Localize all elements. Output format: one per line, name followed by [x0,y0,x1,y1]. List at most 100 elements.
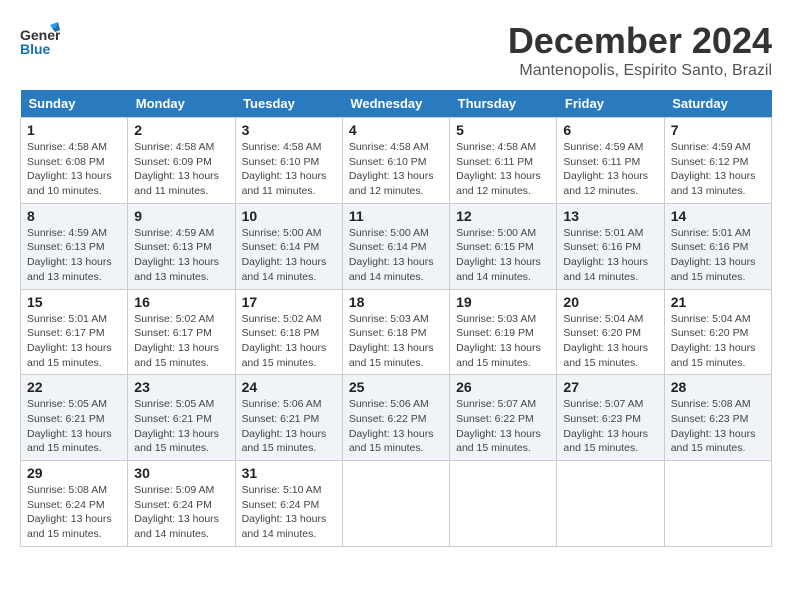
location-title: Mantenopolis, Espirito Santo, Brazil [508,62,772,80]
day-number: 31 [242,465,336,481]
day-info: Sunrise: 4:58 AMSunset: 6:11 PMDaylight:… [456,140,550,199]
day-number: 13 [563,208,657,224]
day-info: Sunrise: 5:07 AMSunset: 6:22 PMDaylight:… [456,397,550,456]
day-cell-22: 22 Sunrise: 5:05 AMSunset: 6:21 PMDayligh… [21,375,128,461]
day-info: Sunrise: 4:58 AMSunset: 6:08 PMDaylight:… [27,140,121,199]
day-cell-21: 21 Sunrise: 5:04 AMSunset: 6:20 PMDayligh… [664,289,771,375]
day-number: 14 [671,208,765,224]
day-info: Sunrise: 5:01 AMSunset: 6:17 PMDaylight:… [27,312,121,371]
day-number: 12 [456,208,550,224]
day-cell-11: 11Sunrise: 5:00 AMSunset: 6:14 PMDayligh… [342,203,449,289]
day-info: Sunrise: 5:02 AMSunset: 6:17 PMDaylight:… [134,312,228,371]
day-cell-8: 8Sunrise: 4:59 AMSunset: 6:13 PMDaylight… [21,203,128,289]
day-number: 9 [134,208,228,224]
day-cell-10: 10 Sunrise: 5:00 AMSunset: 6:14 PMDayligh… [235,203,342,289]
day-info: Sunrise: 4:59 AMSunset: 6:12 PMDaylight:… [671,140,765,199]
day-number: 23 [134,379,228,395]
page-header: General Blue December 2024 Mantenopolis,… [20,20,772,80]
header-tuesday: Tuesday [235,90,342,118]
day-number: 28 [671,379,765,395]
empty-cell [450,461,557,547]
day-number: 19 [456,294,550,310]
header-friday: Friday [557,90,664,118]
day-number: 25 [349,379,443,395]
day-info: Sunrise: 4:58 AMSunset: 6:10 PMDaylight:… [349,140,443,199]
weekday-header-row: Sunday Monday Tuesday Wednesday Thursday… [21,90,772,118]
day-cell-23: 23 Sunrise: 5:05 AMSunset: 6:21 PMDayligh… [128,375,235,461]
day-info: Sunrise: 5:10 AMSunset: 6:24 PMDaylight:… [242,483,336,542]
day-info: Sunrise: 5:01 AMSunset: 6:16 PMDaylight:… [563,226,657,285]
day-info: Sunrise: 4:59 AMSunset: 6:13 PMDaylight:… [27,226,121,285]
day-number: 11 [349,208,443,224]
logo-icon: General Blue [20,20,60,60]
empty-cell [664,461,771,547]
day-info: Sunrise: 5:04 AMSunset: 6:20 PMDaylight:… [563,312,657,371]
day-number: 24 [242,379,336,395]
svg-text:Blue: Blue [20,41,51,57]
day-cell-6: 6 Sunrise: 4:59 AMSunset: 6:11 PMDaylight… [557,118,664,204]
calendar-table: Sunday Monday Tuesday Wednesday Thursday… [20,90,772,547]
calendar-week-4: 22 Sunrise: 5:05 AMSunset: 6:21 PMDayligh… [21,375,772,461]
empty-cell [342,461,449,547]
day-cell-2: 2Sunrise: 4:58 AMSunset: 6:09 PMDaylight… [128,118,235,204]
day-cell-27: 27 Sunrise: 5:07 AMSunset: 6:23 PMDayligh… [557,375,664,461]
calendar-week-2: 8Sunrise: 4:59 AMSunset: 6:13 PMDaylight… [21,203,772,289]
day-number: 22 [27,379,121,395]
day-number: 16 [134,294,228,310]
day-cell-1: 1 Sunrise: 4:58 AMSunset: 6:08 PMDaylight… [21,118,128,204]
day-cell-29: 29 Sunrise: 5:08 AMSunset: 6:24 PMDayligh… [21,461,128,547]
day-info: Sunrise: 5:06 AMSunset: 6:21 PMDaylight:… [242,397,336,456]
day-cell-3: 3Sunrise: 4:58 AMSunset: 6:10 PMDaylight… [235,118,342,204]
day-number: 20 [563,294,657,310]
day-number: 27 [563,379,657,395]
day-info: Sunrise: 5:03 AMSunset: 6:18 PMDaylight:… [349,312,443,371]
day-info: Sunrise: 4:58 AMSunset: 6:10 PMDaylight:… [242,140,336,199]
day-cell-30: 30Sunrise: 5:09 AMSunset: 6:24 PMDayligh… [128,461,235,547]
day-cell-24: 24 Sunrise: 5:06 AMSunset: 6:21 PMDayligh… [235,375,342,461]
day-info: Sunrise: 5:01 AMSunset: 6:16 PMDaylight:… [671,226,765,285]
day-info: Sunrise: 5:06 AMSunset: 6:22 PMDaylight:… [349,397,443,456]
day-number: 15 [27,294,121,310]
day-info: Sunrise: 5:05 AMSunset: 6:21 PMDaylight:… [134,397,228,456]
day-number: 7 [671,122,765,138]
day-info: Sunrise: 5:00 AMSunset: 6:14 PMDaylight:… [242,226,336,285]
day-cell-28: 28 Sunrise: 5:08 AMSunset: 6:23 PMDayligh… [664,375,771,461]
day-info: Sunrise: 5:02 AMSunset: 6:18 PMDaylight:… [242,312,336,371]
day-info: Sunrise: 5:07 AMSunset: 6:23 PMDaylight:… [563,397,657,456]
header-wednesday: Wednesday [342,90,449,118]
day-info: Sunrise: 4:59 AMSunset: 6:11 PMDaylight:… [563,140,657,199]
day-cell-13: 13 Sunrise: 5:01 AMSunset: 6:16 PMDayligh… [557,203,664,289]
day-number: 26 [456,379,550,395]
day-cell-17: 17Sunrise: 5:02 AMSunset: 6:18 PMDayligh… [235,289,342,375]
day-number: 4 [349,122,443,138]
day-info: Sunrise: 5:09 AMSunset: 6:24 PMDaylight:… [134,483,228,542]
day-info: Sunrise: 5:08 AMSunset: 6:23 PMDaylight:… [671,397,765,456]
header-saturday: Saturday [664,90,771,118]
day-cell-4: 4 Sunrise: 4:58 AMSunset: 6:10 PMDaylight… [342,118,449,204]
day-number: 10 [242,208,336,224]
day-cell-25: 25 Sunrise: 5:06 AMSunset: 6:22 PMDayligh… [342,375,449,461]
day-cell-14: 14 Sunrise: 5:01 AMSunset: 6:16 PMDayligh… [664,203,771,289]
day-cell-20: 20 Sunrise: 5:04 AMSunset: 6:20 PMDayligh… [557,289,664,375]
day-number: 6 [563,122,657,138]
day-cell-5: 5Sunrise: 4:58 AMSunset: 6:11 PMDaylight… [450,118,557,204]
month-title: December 2024 [508,20,772,62]
day-cell-12: 12Sunrise: 5:00 AMSunset: 6:15 PMDayligh… [450,203,557,289]
empty-cell [557,461,664,547]
calendar-week-3: 15 Sunrise: 5:01 AMSunset: 6:17 PMDayligh… [21,289,772,375]
day-cell-19: 19Sunrise: 5:03 AMSunset: 6:19 PMDayligh… [450,289,557,375]
day-number: 18 [349,294,443,310]
day-number: 21 [671,294,765,310]
logo: General Blue [20,20,60,60]
day-number: 1 [27,122,121,138]
day-cell-16: 16 Sunrise: 5:02 AMSunset: 6:17 PMDayligh… [128,289,235,375]
day-info: Sunrise: 4:58 AMSunset: 6:09 PMDaylight:… [134,140,228,199]
day-info: Sunrise: 4:59 AMSunset: 6:13 PMDaylight:… [134,226,228,285]
day-info: Sunrise: 5:05 AMSunset: 6:21 PMDaylight:… [27,397,121,456]
day-cell-26: 26 Sunrise: 5:07 AMSunset: 6:22 PMDayligh… [450,375,557,461]
day-number: 29 [27,465,121,481]
day-info: Sunrise: 5:04 AMSunset: 6:20 PMDaylight:… [671,312,765,371]
day-info: Sunrise: 5:08 AMSunset: 6:24 PMDaylight:… [27,483,121,542]
day-cell-7: 7 Sunrise: 4:59 AMSunset: 6:12 PMDaylight… [664,118,771,204]
title-area: December 2024 Mantenopolis, Espirito San… [508,20,772,80]
